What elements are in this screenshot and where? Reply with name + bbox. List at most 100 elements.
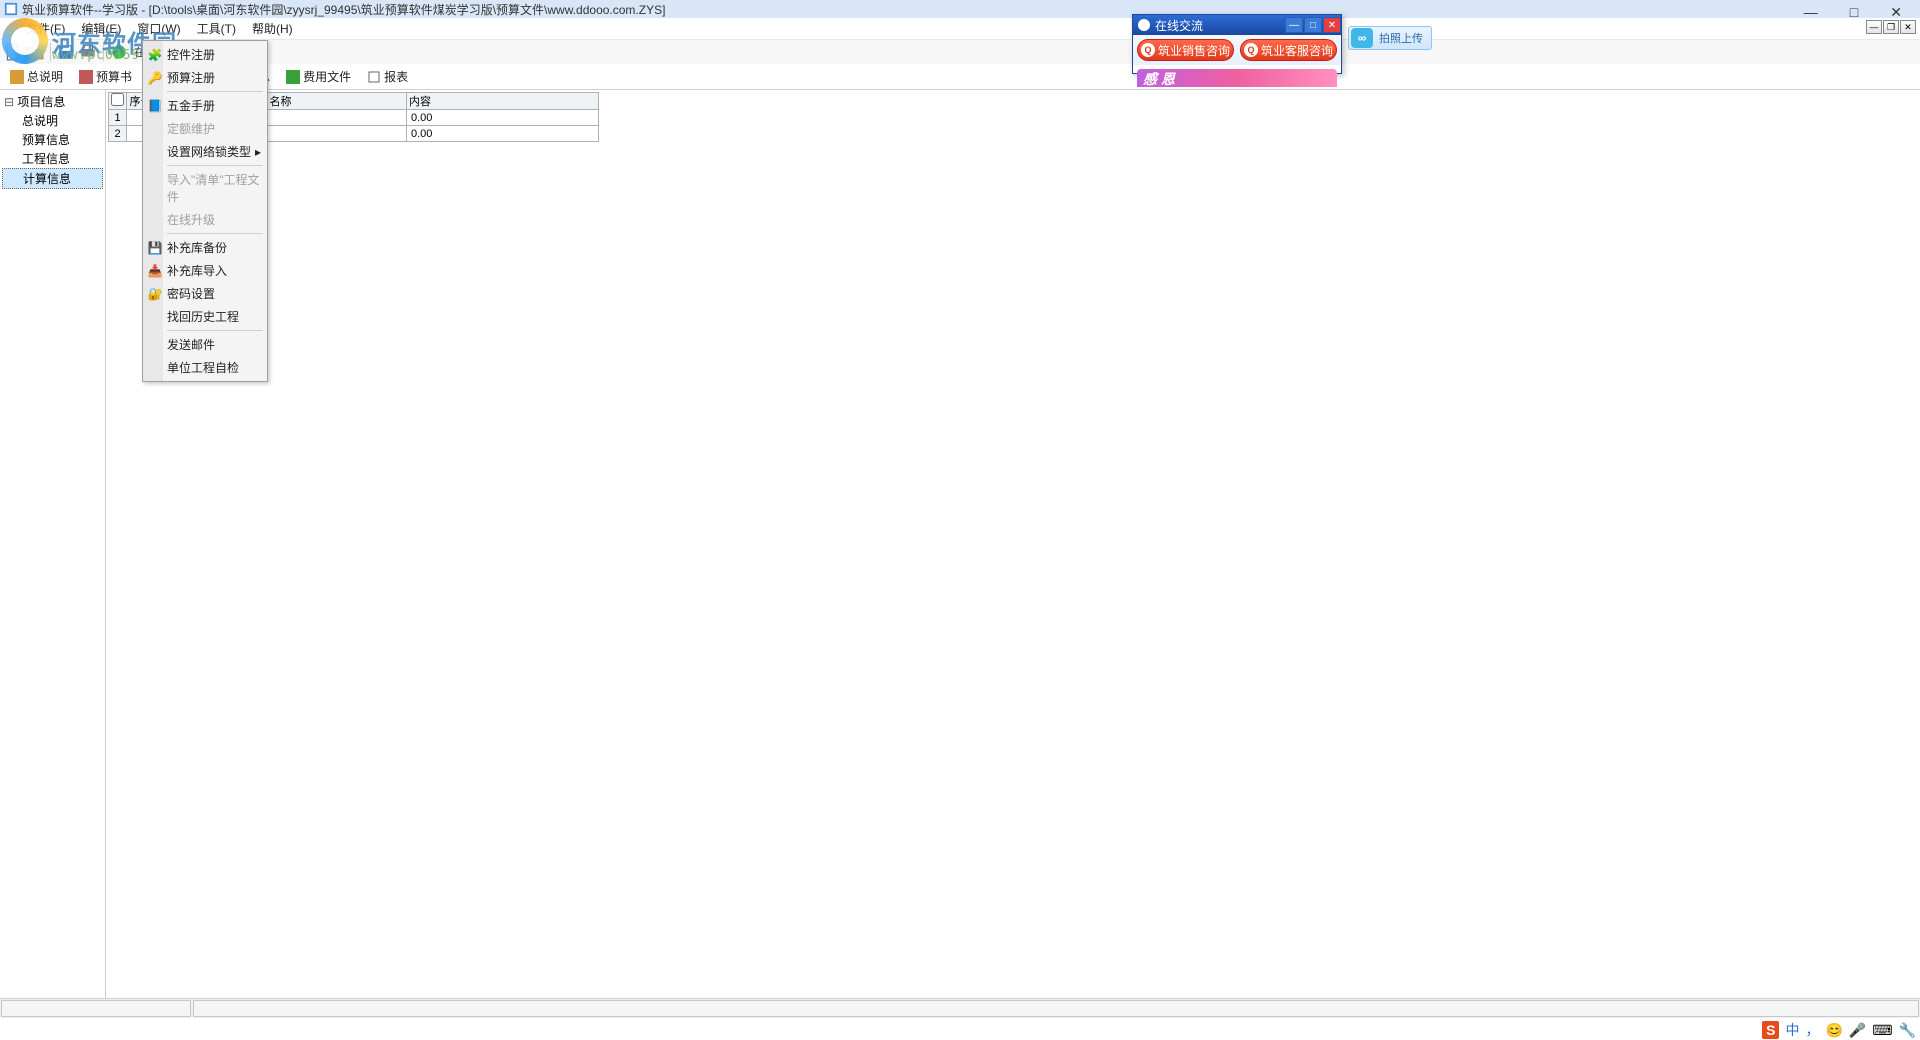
menu-item-self-check[interactable]: 单位工程自检 <box>145 356 265 379</box>
menu-item-password[interactable]: 🔐密码设置 <box>145 282 265 305</box>
chat-close-button[interactable]: ✕ <box>1323 17 1341 33</box>
status-bar <box>0 998 1920 1018</box>
menu-item-import-lib[interactable]: 📥补充库导入 <box>145 259 265 282</box>
fees-icon <box>286 70 300 84</box>
backup-icon: 💾 <box>147 240 163 256</box>
content-area: 序号 名称 内容 1 1 0.00 2 2 0.00 <box>106 90 1920 998</box>
sales-consult-button[interactable]: Q筑业销售咨询 <box>1137 39 1234 61</box>
menu-item-import-list: 导入"清单"工程文件 <box>145 168 265 208</box>
chat-banner: 感 恩 <box>1137 69 1337 87</box>
tree-item-budget-info[interactable]: 预算信息 <box>2 130 103 149</box>
menu-item-budget-register[interactable]: 🔑预算注册 <box>145 66 265 89</box>
cell-content[interactable]: 0.00 <box>407 110 599 126</box>
outer-minimize-button[interactable]: ― <box>1798 0 1824 25</box>
title-text: 筑业预算软件--学习版 - [D:\tools\桌面\河东软件园\zyysrj_… <box>22 1 665 18</box>
tree-item-project-info[interactable]: 工程信息 <box>2 149 103 168</box>
menu-item-online-upgrade: 在线升级 <box>145 208 265 231</box>
menu-item-hardware-manual[interactable]: 📘五金手册 <box>145 94 265 117</box>
chat-body: Q筑业销售咨询 Q筑业客服咨询 <box>1133 35 1341 65</box>
status-panel-2 <box>193 1000 1919 1017</box>
submenu-arrow-icon: ▸ <box>255 145 261 159</box>
upload-label: 拍照上传 <box>1379 30 1423 46</box>
row-header: 1 <box>109 110 127 126</box>
cell-content[interactable]: 0.00 <box>407 126 599 142</box>
header-checkbox[interactable] <box>111 93 124 106</box>
outer-maximize-button[interactable]: □ <box>1844 0 1864 25</box>
child-window-controls: ― ❐ ✕ <box>1866 20 1916 34</box>
qq-icon: Q <box>1244 43 1258 57</box>
status-panel-1 <box>1 1000 191 1017</box>
tools-dropdown: 🧩控件注册 🔑预算注册 📘五金手册 定额维护 设置网络锁类型▸ 导入"清单"工程… <box>142 40 268 382</box>
service-consult-button[interactable]: Q筑业客服咨询 <box>1240 39 1337 61</box>
upload-cloud-icon: ∞ <box>1351 28 1373 48</box>
tab-fees[interactable]: 费用文件 <box>280 65 357 88</box>
qq-icon: Q <box>1141 43 1155 57</box>
chat-title-text: 在线交流 <box>1155 17 1203 34</box>
tab-overview[interactable]: 总说明 <box>4 65 69 88</box>
toolbar: 在线交流 <box>0 40 1920 64</box>
tabstrip: 总说明 预算书 措施 人机汇总 费用文件 报表 <box>0 64 1920 90</box>
app-icon <box>4 2 18 16</box>
tree-item-calc-info[interactable]: 计算信息 <box>2 168 103 189</box>
toolbar-separator <box>50 43 51 61</box>
ime-voice-button[interactable]: 🎤 <box>1849 1022 1866 1039</box>
grid-header-checkbox[interactable] <box>109 93 127 110</box>
menu-item-network-lock[interactable]: 设置网络锁类型▸ <box>145 140 265 163</box>
key-icon: 🔐 <box>147 286 163 302</box>
reports-icon <box>367 70 381 84</box>
menu-help[interactable]: 帮助(H) <box>244 18 301 39</box>
child-close-button[interactable]: ✕ <box>1900 20 1916 34</box>
save-button[interactable] <box>57 43 75 61</box>
toolbar-separator <box>103 43 104 61</box>
menu-item-backup-lib[interactable]: 💾补充库备份 <box>145 236 265 259</box>
chat-minimize-button[interactable]: ― <box>1285 17 1303 33</box>
menu-file[interactable]: 文件(F) <box>18 18 73 39</box>
ime-lang-button[interactable]: 中 <box>1785 1020 1799 1040</box>
titlebar: 筑业预算软件--学习版 - [D:\tools\桌面\河东软件园\zyysrj_… <box>0 0 1920 18</box>
plugin-icon: 🧩 <box>147 47 163 63</box>
register-icon: 🔑 <box>147 70 163 86</box>
ime-punct-button[interactable]: ， <box>1805 1020 1819 1040</box>
online-chat-icon[interactable] <box>110 43 128 61</box>
tab-budget[interactable]: 预算书 <box>73 65 138 88</box>
sogou-ime-icon[interactable]: S <box>1762 1021 1779 1039</box>
bottom-spacer <box>0 1018 1920 1040</box>
menu-item-recover-history[interactable]: 找回历史工程 <box>145 305 265 328</box>
tab-reports[interactable]: 报表 <box>361 65 414 88</box>
chat-titlebar[interactable]: 在线交流 ― □ ✕ <box>1133 15 1341 35</box>
ime-keyboard-button[interactable]: ⌨ <box>1872 1022 1892 1039</box>
upload-button[interactable]: ∞ 拍照上传 <box>1348 26 1432 50</box>
ime-emoji-button[interactable]: 😊 <box>1825 1022 1842 1039</box>
book-icon: 📘 <box>147 98 163 114</box>
system-tray: S 中 ， 😊 🎤 ⌨ 🔧 <box>1762 1020 1916 1040</box>
dropdown-separator <box>167 330 263 331</box>
chat-window[interactable]: 在线交流 ― □ ✕ Q筑业销售咨询 Q筑业客服咨询 感 恩 <box>1132 14 1342 74</box>
new-file-button[interactable] <box>4 43 22 61</box>
menu-item-control-register[interactable]: 🧩控件注册 <box>145 43 265 66</box>
row-header: 2 <box>109 126 127 142</box>
ime-settings-button[interactable]: 🔧 <box>1899 1022 1916 1039</box>
main-area: 项目信息 总说明 预算信息 工程信息 计算信息 序号 名称 内容 1 1 0.0… <box>0 90 1920 998</box>
project-tree: 项目信息 总说明 预算信息 工程信息 计算信息 <box>0 90 106 998</box>
menu-edit[interactable]: 编辑(E) <box>73 18 129 39</box>
overview-icon <box>10 70 24 84</box>
import-icon: 📥 <box>147 263 163 279</box>
menu-item-send-mail[interactable]: 发送邮件 <box>145 333 265 356</box>
budget-icon <box>79 70 93 84</box>
chat-maximize-button[interactable]: □ <box>1304 17 1322 33</box>
grid-header-content: 内容 <box>407 93 599 110</box>
child-restore-button[interactable]: ❐ <box>1883 20 1899 34</box>
tree-item-overview[interactable]: 总说明 <box>2 111 103 130</box>
tree-root[interactable]: 项目信息 <box>2 92 103 111</box>
chat-app-icon <box>1137 18 1151 32</box>
menu-item-quota-maintain: 定额维护 <box>145 117 265 140</box>
menu-tools[interactable]: 工具(T) <box>189 18 244 39</box>
child-minimize-button[interactable]: ― <box>1866 20 1882 34</box>
dropdown-separator <box>167 91 263 92</box>
menu-window[interactable]: 窗口(W) <box>129 18 188 39</box>
print-button[interactable] <box>79 43 97 61</box>
open-file-button[interactable] <box>26 43 44 61</box>
banner-text: 感 恩 <box>1137 71 1175 87</box>
dropdown-separator <box>167 165 263 166</box>
chat-window-controls: ― □ ✕ <box>1284 17 1341 33</box>
